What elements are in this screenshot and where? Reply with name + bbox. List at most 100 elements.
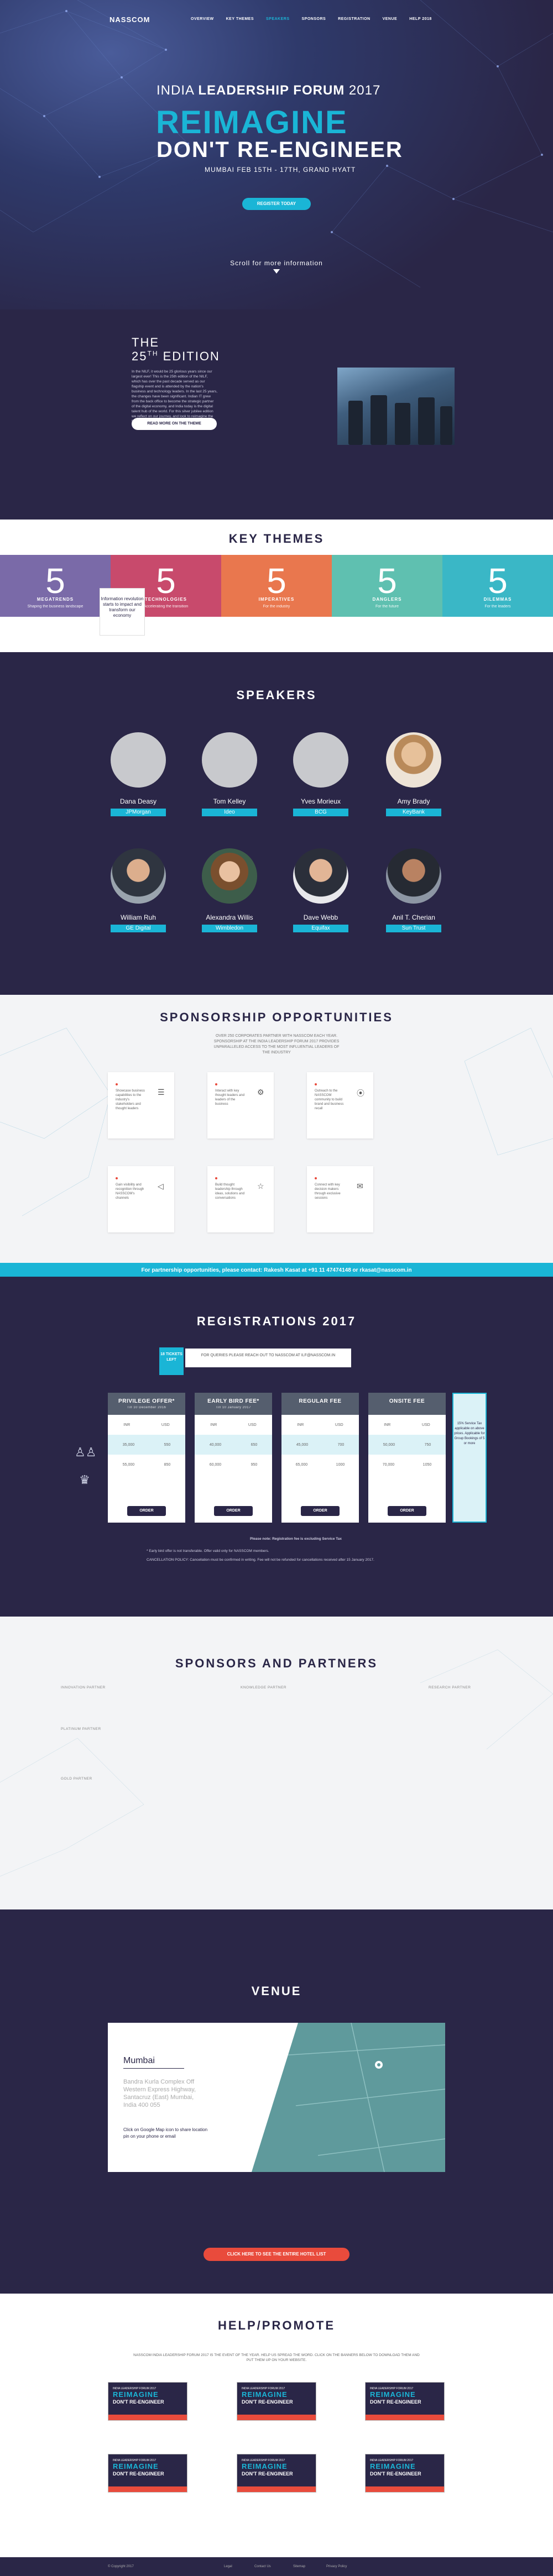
promo-banner[interactable]: INDIA LEADERSHIP FORUM 2017 REIMAGINE DON'… (108, 2382, 187, 2421)
edition-rest: EDITION (158, 349, 220, 363)
promo-banner[interactable]: INDIA LEADERSHIP FORUM 2017 REIMAGINE DON'… (365, 2382, 445, 2421)
edition-the: THE (132, 335, 159, 349)
speaker-card[interactable]: Alexandra Willis Wimbledon (196, 848, 263, 932)
nav-menu: OVERVIEW KEY THEMES SPEAKERS SPONSORS RE… (191, 17, 432, 21)
nav-item-sponsors[interactable]: SPONSORS (302, 17, 326, 21)
sponsor-benefit-card: Outreach to the NASSCOM community to bui… (307, 1072, 373, 1139)
avatar (386, 732, 441, 788)
key-themes-section: KEY THEMES 5 MEGATRENDS Shaping the busi… (0, 520, 553, 652)
promo-banner[interactable]: INDIA LEADERSHIP FORUM 2017 REIMAGINE DON'… (237, 2454, 316, 2493)
avatar (386, 848, 441, 904)
theme-imperatives[interactable]: 5 IMPERATIVES For the industry (221, 555, 332, 617)
price-row: INR USD (281, 1415, 359, 1435)
speaker-name: William Ruh (120, 914, 156, 921)
help-title: HELP/PROMOTE (217, 2318, 335, 2332)
partner-label: INNOVATION PARTNER (61, 1686, 106, 1690)
edition-number: 25 (132, 349, 148, 363)
hotel-list-button[interactable]: CLICK HERE TO SEE THE ENTIRE HOTEL LIST (204, 2248, 349, 2261)
theme-number: 5 (488, 561, 508, 601)
nav-item-speakers[interactable]: SPEAKERS (266, 17, 290, 21)
speaker-card[interactable]: Anil T. Cherian Sun Trust (380, 848, 447, 932)
audience-photo (337, 368, 455, 445)
banner-subtitle: DON'T RE-ENGINEER (370, 2471, 421, 2477)
speaker-name: Anil T. Cherian (392, 914, 435, 921)
network-background (0, 0, 553, 288)
speaker-name: Dana Deasy (119, 798, 157, 805)
venue-title: VENUE (251, 1984, 302, 1998)
price-inr: 40,000 (209, 1442, 222, 1447)
sponsorship-title: SPONSORSHIP OPPORTUNITIES (160, 1010, 393, 1024)
order-button[interactable]: ORDER (127, 1506, 166, 1516)
nav-item-venue[interactable]: VENUE (383, 17, 398, 21)
hero-section: INDIA LEADERSHIP FORUM 2017 REIMAGINE DO… (0, 0, 553, 354)
footer-link-contact[interactable]: Contact Us (254, 2565, 271, 2568)
speaker-company: BCG (293, 809, 348, 816)
price-row: 40,000 650 (195, 1435, 272, 1455)
theme-subtitle: Shaping the business landscape (27, 605, 84, 608)
price-header: ONSITE FEE (368, 1393, 446, 1415)
promo-banner[interactable]: INDIA LEADERSHIP FORUM 2017 REIMAGINE DON'… (237, 2382, 316, 2421)
order-button[interactable]: ORDER (214, 1506, 253, 1516)
venue-section: VENUE Mumbai Bandra Kurla Complex Off We… (0, 1909, 553, 2294)
speaker-card[interactable]: Dana Deasy JPMorgan (105, 732, 171, 816)
nav-item-registration[interactable]: REGISTRATION (338, 17, 370, 21)
banner-subtitle: DON'T RE-ENGINEER (242, 2471, 293, 2477)
order-button[interactable]: ORDER (388, 1506, 426, 1516)
register-today-button[interactable]: REGISTER TODAY (242, 198, 311, 210)
help-promote-section: HELP/PROMOTE NASSCOM INDIA LEADERSHIP FO… (0, 2294, 553, 2576)
banner-subtitle: DON'T RE-ENGINEER (113, 2399, 164, 2405)
currency: USD (421, 1423, 430, 1427)
read-more-button[interactable]: READ MORE ON THE THEME (132, 418, 217, 430)
price-inr: 70,000 (382, 1462, 395, 1467)
promo-banner[interactable]: INDIA LEADERSHIP FORUM 2017 REIMAGINE DON'… (108, 2454, 187, 2493)
partnership-contact-bar[interactable]: For partnership opportunities, please co… (0, 1263, 553, 1278)
order-button[interactable]: ORDER (301, 1506, 340, 1516)
benefit-text: Connect with key decision makers through… (315, 1183, 341, 1200)
speaker-card[interactable]: Dave Webb Equifax (288, 848, 354, 932)
venue-city: Mumbai (123, 2056, 155, 2065)
nasscom-logo[interactable]: NASSCOM (109, 15, 150, 24)
speaker-company: Sun Trust (386, 925, 441, 932)
theme-number: 5 (45, 561, 65, 601)
theme-title: MEGATRENDS (36, 597, 74, 602)
partner-label: PLATINUM PARTNER (61, 1727, 101, 1731)
top-nav: NASSCOM OVERVIEW KEY THEMES SPEAKERS SPO… (0, 0, 553, 40)
footer-link-legal[interactable]: Legal (224, 2565, 232, 2568)
footer-link-sitemap[interactable]: Sitemap (293, 2565, 305, 2568)
promo-banner[interactable]: INDIA LEADERSHIP FORUM 2017 REIMAGINE DON'… (365, 2454, 445, 2493)
sponsorship-section: SPONSORSHIP OPPORTUNITIES OVER 250 CORPO… (0, 995, 553, 1279)
price-inr: 60,000 (209, 1462, 222, 1467)
theme-megatrends[interactable]: 5 MEGATRENDS Shaping the business landsc… (0, 555, 111, 617)
speaker-card[interactable]: Yves Morieux BCG (288, 732, 354, 816)
speaker-name: Alexandra Willis (206, 914, 253, 921)
price-row: INR USD (195, 1415, 272, 1435)
footer-link-privacy[interactable]: Privacy Policy (326, 2565, 347, 2568)
currency: INR (123, 1423, 131, 1427)
price-inr: 65,000 (295, 1462, 308, 1467)
price-name: ONSITE FEE (389, 1398, 425, 1404)
price-column-regular: REGULAR FEE INR USD 45,000 700 65,000 1000 … (281, 1393, 359, 1523)
speaker-card[interactable]: Tom Kelley Ideo (196, 732, 263, 816)
benefit-text: Showcase business capabilities to the in… (116, 1089, 145, 1110)
venue-map[interactable] (252, 2023, 445, 2172)
idea-icon: ☆ (257, 1182, 264, 1190)
nav-item-key-themes[interactable]: KEY THEMES (226, 17, 254, 21)
speaker-company: Equifax (293, 925, 348, 932)
price-inr: 50,000 (383, 1442, 395, 1447)
nav-item-help[interactable]: HELP 2018 (409, 17, 432, 21)
chevron-down-icon[interactable] (273, 269, 280, 274)
nav-item-overview[interactable]: OVERVIEW (191, 17, 214, 21)
speaker-card[interactable]: William Ruh GE Digital (105, 848, 171, 932)
theme-dilemmas[interactable]: 5 DILEMMAS For the leaders (442, 555, 553, 617)
sponsor-benefit-card: Showcase business capabilities to the in… (108, 1072, 174, 1139)
speaker-card[interactable]: Amy Brady KeyBank (380, 732, 447, 816)
avatar (293, 848, 348, 904)
theme-danglers[interactable]: 5 DANGLERS For the future (332, 555, 442, 617)
edition-sup: TH (147, 349, 159, 358)
edition-body: In the NILF, it would be 25 glorious yea… (132, 370, 218, 423)
scroll-hint: Scroll for more information (230, 259, 323, 267)
target-icon: ⦿ (357, 1089, 364, 1098)
partner-label: GOLD PARTNER (61, 1777, 92, 1781)
banner-title: REIMAGINE (242, 2462, 288, 2470)
help-subtitle: NASSCOM INDIA LEADERSHIP FORUM 2017 IS T… (133, 2353, 420, 2362)
